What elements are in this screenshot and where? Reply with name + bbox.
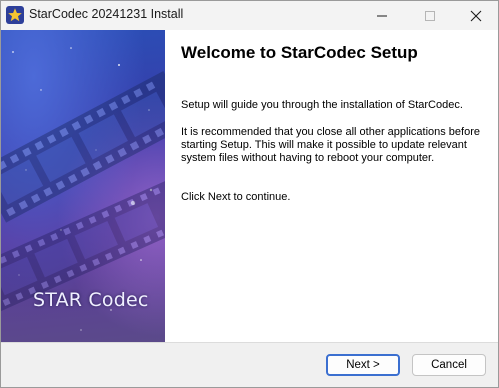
next-button[interactable]: Next > (326, 354, 400, 376)
minimize-icon (377, 15, 387, 16)
footer-divider (1, 342, 498, 343)
page-title: Welcome to StarCodec Setup (181, 43, 418, 62)
installer-window: StarCodec 20241231 Install STAR Codec We… (0, 0, 499, 388)
cancel-button[interactable]: Cancel (412, 354, 486, 376)
title-bar[interactable]: StarCodec 20241231 Install (1, 1, 498, 30)
minimize-button[interactable] (359, 1, 405, 30)
welcome-banner-image: STAR Codec (1, 30, 165, 342)
intro-text: Setup will guide you through the install… (181, 99, 463, 111)
star-codec-logo: STAR Codec (33, 289, 149, 311)
wizard-content: STAR Codec Welcome to StarCodec Setup Se… (1, 30, 498, 342)
maximize-button[interactable] (407, 1, 453, 30)
recommendation-text: It is recommended that you close all oth… (181, 126, 480, 164)
star-app-icon (6, 6, 24, 24)
maximize-icon (425, 10, 435, 21)
continue-instruction: Click Next to continue. (181, 191, 291, 203)
window-title: StarCodec 20241231 Install (29, 7, 184, 21)
close-icon (470, 10, 482, 21)
close-button[interactable] (453, 1, 498, 30)
